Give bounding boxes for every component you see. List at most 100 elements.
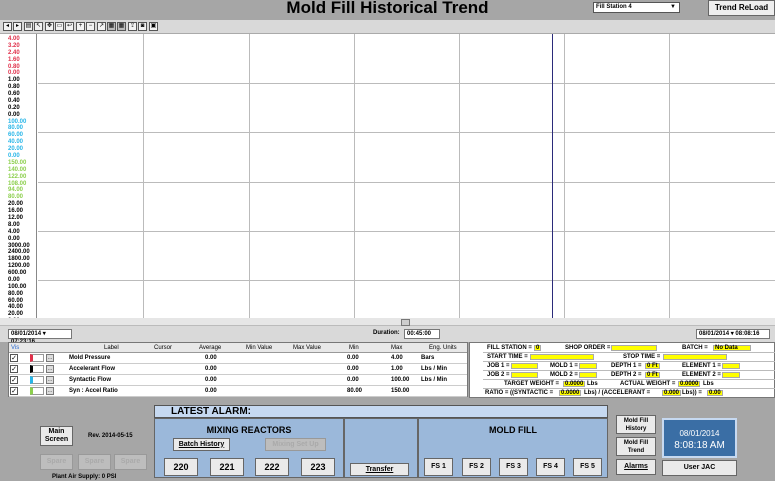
fill-station-value: 0 <box>534 345 542 351</box>
reactor-220-button[interactable]: 220 <box>164 458 198 476</box>
air-supply-status: Plant Air Supply: 0 PSI <box>52 474 117 480</box>
pan-icon[interactable]: ✥ <box>45 22 54 31</box>
cursor-icon[interactable]: ↖ <box>34 22 43 31</box>
y-tick-label: 94.00 <box>8 187 24 193</box>
current-date: 08/01/2014 <box>679 429 720 438</box>
back-icon[interactable]: ◂ <box>3 22 12 31</box>
zoom-back-icon[interactable]: ↩ <box>65 22 74 31</box>
fs1-button[interactable]: FS 1 <box>424 458 453 476</box>
scroll-thumb[interactable] <box>401 319 410 326</box>
fs4-button[interactable]: FS 4 <box>536 458 565 476</box>
end-datetime-picker[interactable]: 08/01/2014 ▾ 08:08:16 <box>696 329 770 339</box>
element1-value <box>722 363 740 369</box>
alarms-button[interactable]: Alarms <box>616 459 656 475</box>
main-screen-button[interactable]: Main Screen <box>40 426 73 446</box>
y-tick-label: 16.00 <box>8 208 24 214</box>
ratio-value: 0.00 <box>707 390 723 396</box>
reactor-222-button[interactable]: 222 <box>255 458 289 476</box>
pen-options-button[interactable]: … <box>46 354 54 362</box>
visibility-checkbox[interactable]: ✓ <box>10 354 18 362</box>
pen-average: 0.00 <box>205 388 217 394</box>
bottom-panel: Main Screen Rev. 2014-05-15 Spare Spare … <box>0 398 775 481</box>
grid-line <box>38 182 775 183</box>
duration-value: 00:45:00 <box>407 331 432 337</box>
fs2-button[interactable]: FS 2 <box>462 458 491 476</box>
duration-input[interactable]: 00:45:00 <box>404 329 440 339</box>
actual-weight-unit: Lbs <box>703 381 714 387</box>
spare-button-3[interactable]: Spare <box>114 454 147 470</box>
pen-options-button[interactable]: … <box>46 387 54 395</box>
duration-label: Duration: <box>373 330 400 336</box>
mixing-setup-button[interactable]: Mixing Set Up <box>265 438 326 451</box>
pointer-icon[interactable]: ↗ <box>97 22 106 31</box>
y-tick-label: 40.00 <box>8 139 24 145</box>
title-bar: Mold Fill Historical Trend Fill Station … <box>0 0 775 20</box>
start-datetime-picker[interactable]: 08/01/2014 ▾ 07:23:16 <box>8 329 72 345</box>
y-tick-label: 140.00 <box>8 167 27 173</box>
transfer-button[interactable]: Transfer <box>350 463 409 476</box>
col-cursor: Cursor <box>154 345 173 351</box>
y-tick-label: 1800.00 <box>8 256 30 262</box>
y-tick-label: 12.00 <box>8 215 24 221</box>
stop-time-value <box>663 354 727 360</box>
reactor-221-button[interactable]: 221 <box>210 458 244 476</box>
pen-label: Mold Pressure <box>69 355 111 361</box>
zoom-out-icon[interactable]: − <box>86 22 95 31</box>
grid-icon[interactable]: ▦ <box>117 22 126 31</box>
fs3-button[interactable]: FS 3 <box>499 458 528 476</box>
pen-row[interactable]: ✓ … Syn : Accel Ratio 0.00 80.00 150.00 <box>9 386 467 397</box>
element1-label: ELEMENT 1 = <box>682 363 721 369</box>
pen-label: Syn : Accel Ratio <box>69 388 118 394</box>
pen-options-button[interactable]: … <box>46 376 54 384</box>
trend-cursor-line[interactable] <box>552 34 553 330</box>
mixing-reactors-title: MIXING REACTORS <box>206 425 292 435</box>
y-tick-label: 1200.00 <box>8 263 30 269</box>
pen-options-button[interactable]: … <box>46 365 54 373</box>
zoom-in-icon[interactable]: + <box>76 22 85 31</box>
fs5-button[interactable]: FS 5 <box>573 458 602 476</box>
picture-icon[interactable]: ▣ <box>149 22 158 31</box>
y-tick-label: 0.00 <box>8 153 20 159</box>
pen-row[interactable]: ✓ … Mold Pressure 0.00 0.00 4.00 Bars <box>9 353 467 364</box>
batch-row-1: FILL STATION = 0 SHOP ORDER = BATCH = No… <box>483 344 775 353</box>
user-button[interactable]: User JAC <box>662 460 737 476</box>
actual-weight-value: 0.0000 <box>678 381 701 387</box>
time-scrollbar[interactable] <box>0 318 775 326</box>
plot-area[interactable] <box>38 34 775 330</box>
pen-row[interactable]: ✓ … Syntactic Flow 0.00 0.00 100.00 Lbs … <box>9 375 467 386</box>
y-tick-label: 60.00 <box>8 132 24 138</box>
mold2-value <box>579 372 597 378</box>
trend-reload-button[interactable]: Trend ReLoad <box>708 0 775 16</box>
pen-units: Lbs / Min <box>421 366 447 372</box>
job2-value <box>511 372 538 378</box>
mold-fill-trend-button[interactable]: Mold Fill Trend <box>616 437 656 456</box>
reactor-223-button[interactable]: 223 <box>301 458 335 476</box>
depth1-label: DEPTH 1 = <box>611 363 642 369</box>
layout-icon[interactable]: ▦ <box>107 22 116 31</box>
fill-station-dropdown[interactable]: Fill Station 4 ▼ <box>593 2 680 13</box>
spare-button-1[interactable]: Spare <box>40 454 73 470</box>
visibility-checkbox[interactable]: ✓ <box>10 376 18 384</box>
visibility-checkbox[interactable]: ✓ <box>10 365 18 373</box>
print-icon[interactable]: ▤ <box>24 22 33 31</box>
target-weight-unit: Lbs <box>587 381 598 387</box>
forward-icon[interactable]: ▸ <box>13 22 22 31</box>
start-time-label: START TIME = <box>487 354 528 360</box>
y-tick-label: 40.00 <box>8 304 24 310</box>
pen-row[interactable]: ✓ … Accelerant Flow 0.00 0.00 1.00 Lbs /… <box>9 364 467 375</box>
target-weight-value: 0.0000 <box>563 381 586 387</box>
y-tick-label: 0.00 <box>8 236 20 242</box>
y-tick-label: 600.00 <box>8 270 27 276</box>
col-eng-units: Eng. Units <box>429 345 457 351</box>
export-icon[interactable]: ⇪ <box>128 22 137 31</box>
batch-history-button[interactable]: Batch History <box>173 438 230 451</box>
visibility-checkbox[interactable]: ✓ <box>10 387 18 395</box>
spare-button-2[interactable]: Spare <box>78 454 111 470</box>
zoom-box-icon[interactable]: ▭ <box>55 22 64 31</box>
camera-icon[interactable]: ◙ <box>138 22 147 31</box>
pen-units: Lbs / Min <box>421 377 447 383</box>
y-tick-label: 8.00 <box>8 222 20 228</box>
clock-display: 08/01/2014 8:08:18 AM <box>662 418 737 458</box>
mold-fill-history-button[interactable]: Mold Fill History <box>616 415 656 434</box>
col-average: Average <box>199 345 222 351</box>
